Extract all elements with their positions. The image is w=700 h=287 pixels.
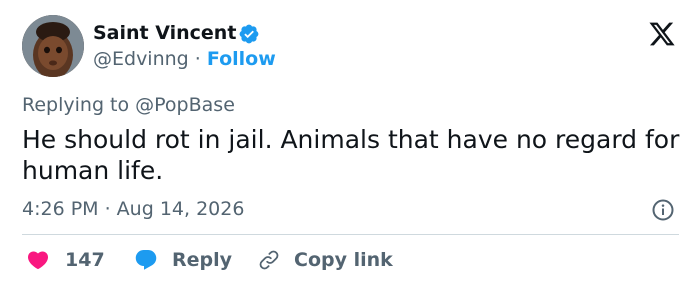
link-icon xyxy=(259,250,279,270)
tweet-text: He should rot in jail. Animals that have… xyxy=(22,125,680,185)
reply-button[interactable]: Reply xyxy=(134,246,232,274)
heart-icon xyxy=(27,251,49,270)
copy-link-label: Copy link xyxy=(294,249,393,271)
x-logo-icon[interactable] xyxy=(647,20,677,48)
replying-to: Replying to @PopBase xyxy=(22,94,235,116)
info-icon[interactable] xyxy=(651,198,675,222)
author-display-name[interactable]: Saint Vincent xyxy=(93,21,236,45)
action-bar: 147 Reply Copy link xyxy=(22,246,682,274)
author-handle[interactable]: @Edvinng xyxy=(93,48,189,70)
author-handle-row: @Edvinng · Follow xyxy=(93,47,276,71)
follow-button[interactable]: Follow xyxy=(207,48,276,70)
like-count: 147 xyxy=(65,249,105,271)
timestamp[interactable]: 4:26 PM · Aug 14, 2026 xyxy=(22,197,244,221)
reply-bubble-icon xyxy=(135,250,157,270)
copy-link-button[interactable]: Copy link xyxy=(257,246,393,274)
verified-badge-icon xyxy=(239,24,259,44)
divider xyxy=(22,234,679,235)
avatar[interactable] xyxy=(22,15,84,77)
reply-label: Reply xyxy=(172,249,233,271)
separator: · xyxy=(194,48,201,70)
like-button[interactable]: 147 xyxy=(26,246,105,274)
